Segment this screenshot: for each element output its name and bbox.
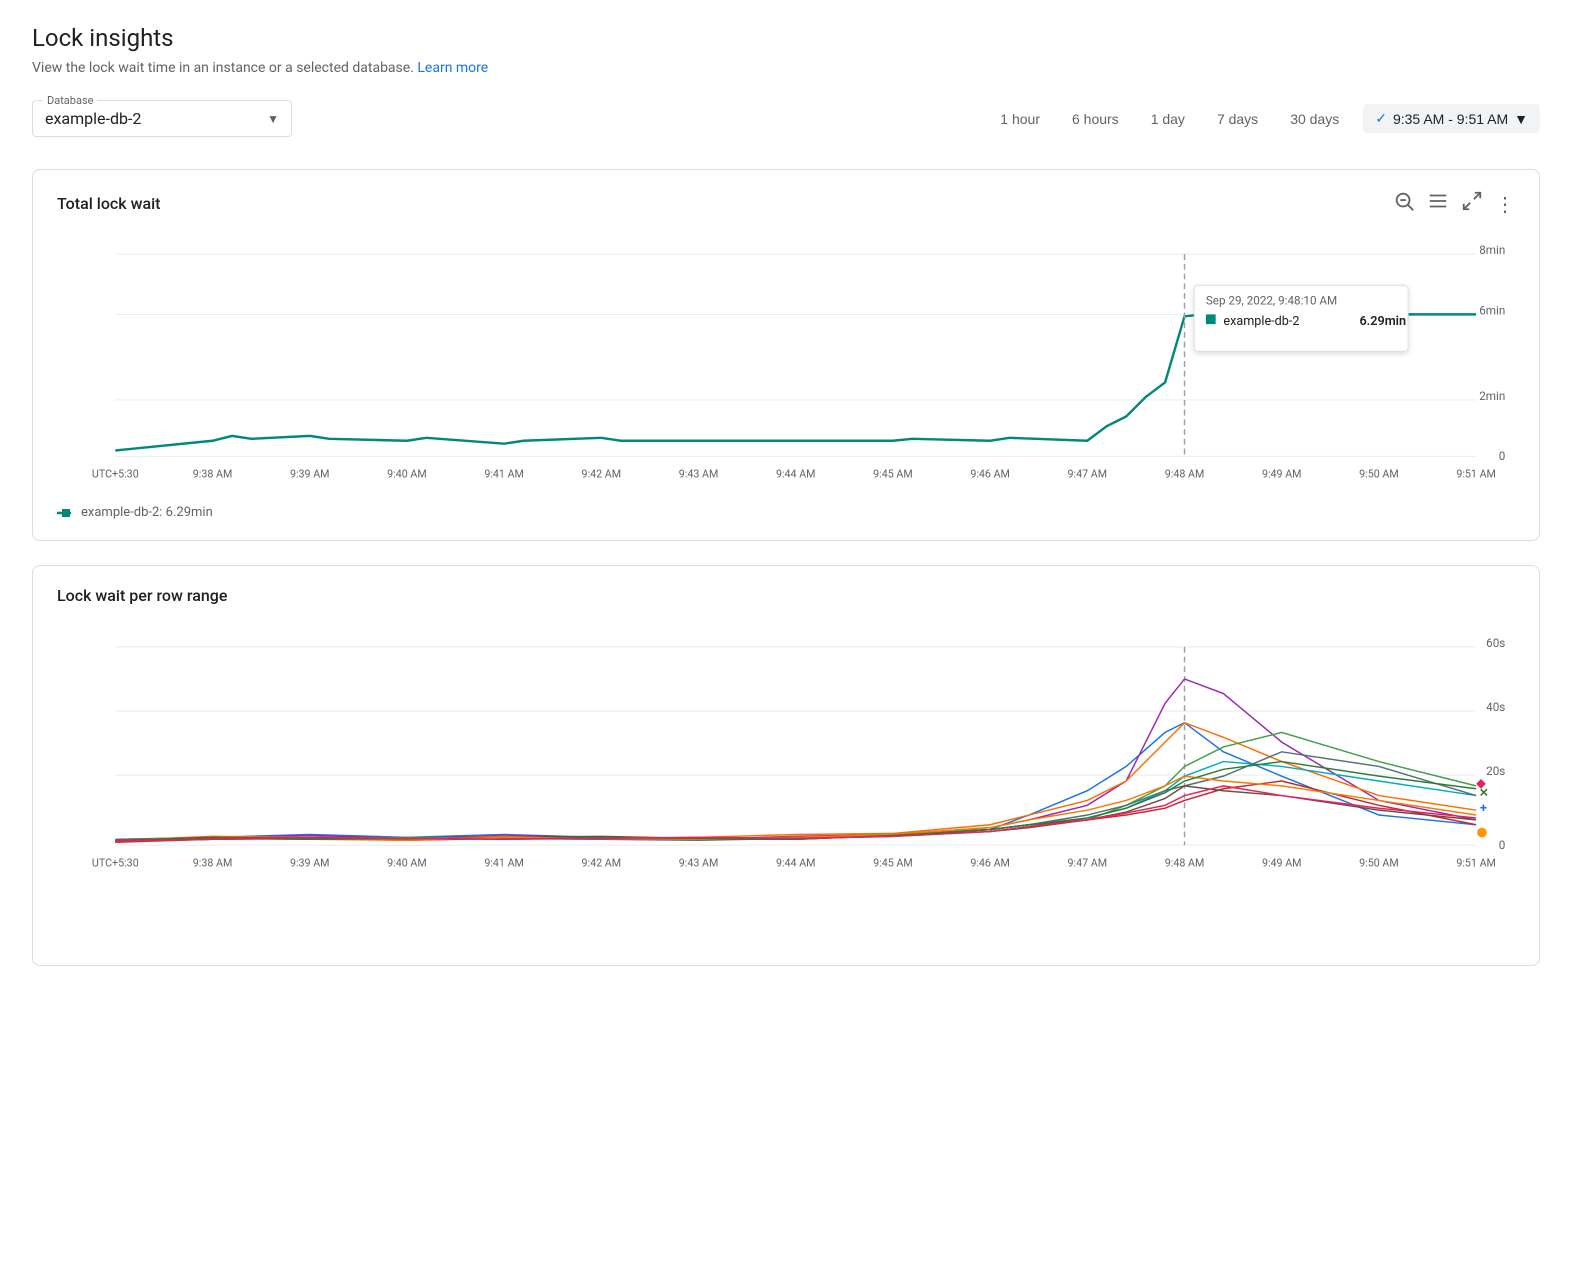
svg-text:9:47 AM: 9:47 AM: [1068, 468, 1108, 481]
svg-text:9:42 AM: 9:42 AM: [582, 468, 622, 481]
chart1-actions: ⋮: [1393, 190, 1515, 217]
svg-text:9:48 AM: 9:48 AM: [1165, 468, 1205, 481]
database-label: Database: [43, 94, 97, 107]
svg-text:UTC+5:30: UTC+5:30: [92, 857, 139, 870]
page-subtitle: View the lock wait time in an instance o…: [32, 60, 1540, 76]
svg-text:9:51 AM: 9:51 AM: [1456, 857, 1496, 870]
svg-text:9:44 AM: 9:44 AM: [776, 857, 816, 870]
svg-text:9:39 AM: 9:39 AM: [290, 468, 330, 481]
svg-text:9:44 AM: 9:44 AM: [776, 468, 816, 481]
svg-text:6.29min: 6.29min: [1359, 314, 1406, 329]
chart2-title: Lock wait per row range: [57, 586, 227, 605]
svg-text:Sep 29, 2022, 9:48:10 AM: Sep 29, 2022, 9:48:10 AM: [1206, 294, 1337, 308]
chart1-title: Total lock wait: [57, 194, 160, 213]
lock-wait-per-row-card: Lock wait per row range 60s 40s 20s 0 UT…: [32, 565, 1540, 966]
chart1-legend-icon[interactable]: [1427, 190, 1449, 217]
svg-text:9:51 AM: 9:51 AM: [1456, 468, 1496, 481]
svg-text:0: 0: [1499, 838, 1506, 852]
chart1-svg: 8min 6min 2min 0 UTC+5:30 9:38 AM 9:39 A…: [57, 233, 1515, 493]
chart1-zoom-icon[interactable]: [1393, 190, 1415, 217]
svg-text:9:43 AM: 9:43 AM: [679, 857, 719, 870]
svg-text:9:47 AM: 9:47 AM: [1068, 857, 1108, 870]
svg-text:0: 0: [1499, 449, 1506, 463]
svg-text:20s: 20s: [1486, 764, 1505, 778]
time-range-dropdown-icon: ▼: [1514, 111, 1528, 127]
svg-text:9:48 AM: 9:48 AM: [1165, 857, 1205, 870]
svg-text:2min: 2min: [1479, 389, 1505, 403]
svg-text:9:38 AM: 9:38 AM: [193, 857, 233, 870]
chart1-legend-line-icon: [57, 508, 77, 518]
database-dropdown-arrow: ▼: [267, 112, 279, 126]
svg-text:9:49 AM: 9:49 AM: [1262, 468, 1302, 481]
time-btn-30d[interactable]: 30 days: [1282, 107, 1347, 131]
controls-row: Database example-db-2 ▼ 1 hour 6 hours 1…: [32, 100, 1540, 137]
time-range-button[interactable]: ✓ 9:35 AM - 9:51 AM ▼: [1363, 104, 1540, 133]
svg-text:9:41 AM: 9:41 AM: [484, 468, 524, 481]
database-value-display[interactable]: example-db-2 ▼: [45, 105, 279, 128]
svg-text:example-db-2: example-db-2: [1223, 314, 1299, 329]
database-selector[interactable]: Database example-db-2 ▼: [32, 100, 292, 137]
svg-text:9:43 AM: 9:43 AM: [679, 468, 719, 481]
svg-text:9:40 AM: 9:40 AM: [387, 468, 427, 481]
chart2-area: 60s 40s 20s 0 UTC+5:30 9:38 AM 9:39 AM 9…: [57, 621, 1515, 945]
svg-text:✕: ✕: [1479, 786, 1489, 800]
svg-text:9:45 AM: 9:45 AM: [873, 468, 913, 481]
svg-text:9:50 AM: 9:50 AM: [1359, 468, 1399, 481]
svg-text:8min: 8min: [1479, 243, 1505, 257]
time-btn-1d[interactable]: 1 day: [1143, 107, 1193, 131]
time-range-label: 9:35 AM - 9:51 AM: [1393, 111, 1508, 127]
svg-text:+: +: [1480, 801, 1487, 816]
svg-text:9:40 AM: 9:40 AM: [387, 857, 427, 870]
chart2-svg: 60s 40s 20s 0 UTC+5:30 9:38 AM 9:39 AM 9…: [57, 621, 1515, 941]
chart2-header: Lock wait per row range: [57, 586, 1515, 605]
chart1-header: Total lock wait: [57, 190, 1515, 217]
svg-text:40s: 40s: [1486, 700, 1505, 714]
svg-text:9:46 AM: 9:46 AM: [970, 857, 1010, 870]
learn-more-link[interactable]: Learn more: [417, 60, 488, 76]
svg-text:9:38 AM: 9:38 AM: [193, 468, 233, 481]
svg-text:9:49 AM: 9:49 AM: [1262, 857, 1302, 870]
svg-text:60s: 60s: [1486, 636, 1505, 650]
svg-text:UTC+5:30: UTC+5:30: [92, 468, 139, 481]
svg-text:9:39 AM: 9:39 AM: [290, 857, 330, 870]
chart1-more-icon[interactable]: ⋮: [1495, 192, 1515, 216]
svg-text:6min: 6min: [1479, 303, 1505, 317]
page-title: Lock insights: [32, 24, 1540, 52]
time-btn-7d[interactable]: 7 days: [1209, 107, 1266, 131]
chart1-fullscreen-icon[interactable]: [1461, 190, 1483, 217]
time-btn-1h[interactable]: 1 hour: [992, 107, 1048, 131]
svg-text:9:46 AM: 9:46 AM: [970, 468, 1010, 481]
chart1-legend: example-db-2: 6.29min: [57, 505, 1515, 520]
svg-text:9:41 AM: 9:41 AM: [484, 857, 524, 870]
total-lock-wait-card: Total lock wait: [32, 169, 1540, 541]
chart1-area: 8min 6min 2min 0 UTC+5:30 9:38 AM 9:39 A…: [57, 233, 1515, 497]
chart1-legend-label: example-db-2: 6.29min: [81, 505, 213, 520]
check-icon: ✓: [1375, 110, 1387, 127]
svg-text:9:42 AM: 9:42 AM: [582, 857, 622, 870]
svg-text:9:45 AM: 9:45 AM: [873, 857, 913, 870]
time-controls: 1 hour 6 hours 1 day 7 days 30 days ✓ 9:…: [992, 104, 1540, 133]
time-btn-6h[interactable]: 6 hours: [1064, 107, 1127, 131]
svg-text:9:50 AM: 9:50 AM: [1359, 857, 1399, 870]
